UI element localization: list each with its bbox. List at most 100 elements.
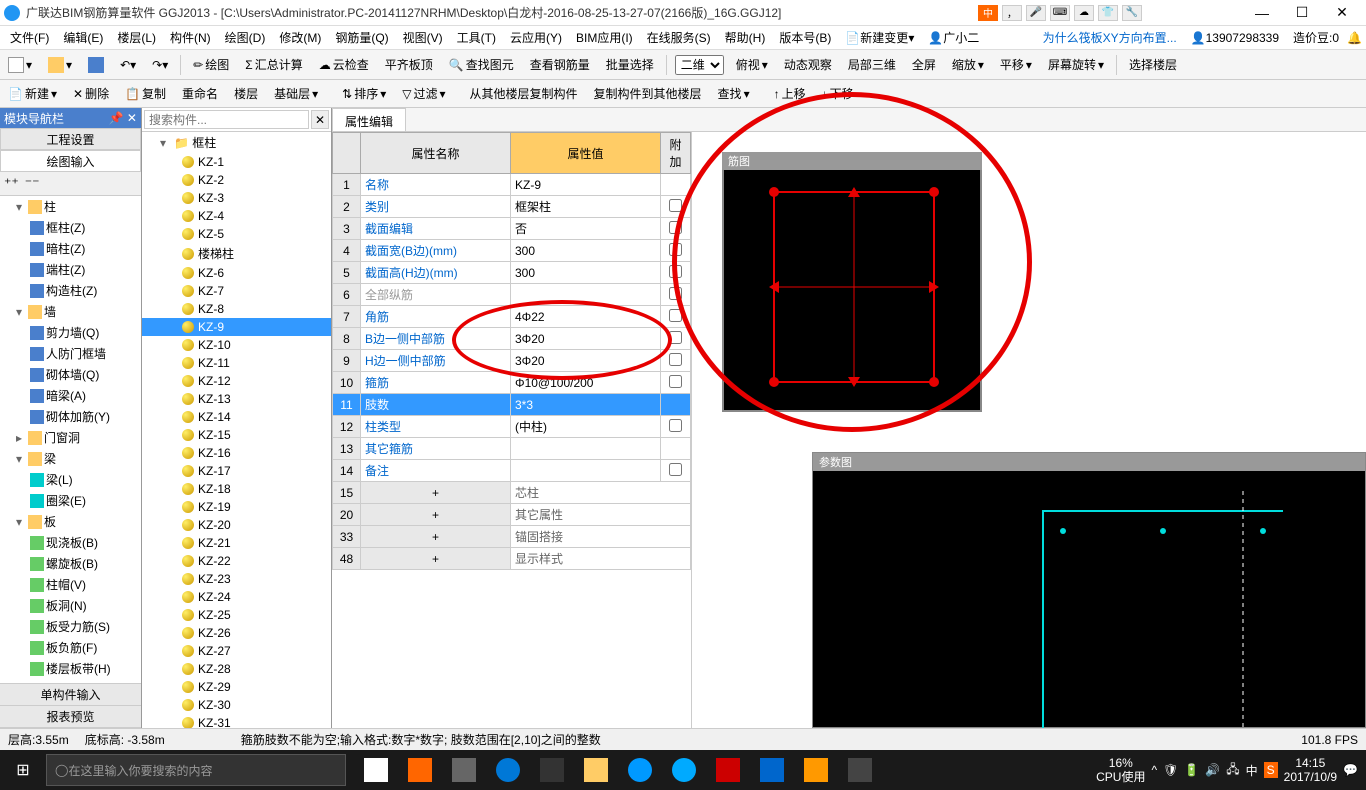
tb-app2[interactable] <box>442 750 486 790</box>
tree-group[interactable]: ▾ 柱 <box>0 196 141 217</box>
prop-row[interactable]: 11肢数3*3 <box>333 394 691 416</box>
tree-item[interactable]: 现浇板(B) <box>0 532 141 553</box>
taskbar-search[interactable]: ◯ 在这里输入你要搜索的内容 <box>46 754 346 786</box>
nav-tab-settings[interactable]: 工程设置 <box>0 128 141 150</box>
ime-shirt[interactable]: 👕 <box>1098 5 1118 21</box>
prop-row[interactable]: 12柱类型(中柱) <box>333 416 691 438</box>
cloud-check-button[interactable]: ☁云检查 <box>315 54 373 75</box>
menu-bim[interactable]: BIM应用(I) <box>570 27 639 48</box>
collapse-icon[interactable]: ⁻⁻ <box>25 175 40 192</box>
tree-group[interactable]: ▸ 门窗洞 <box>0 427 141 448</box>
up-button[interactable]: ↑上移 <box>770 83 810 104</box>
ime-zh[interactable]: 中 <box>978 5 998 21</box>
kz-item[interactable]: KZ-9 <box>142 318 331 336</box>
prop-row[interactable]: 5截面高(H边)(mm)300 <box>333 262 691 284</box>
menu-online[interactable]: 在线服务(S) <box>641 27 717 48</box>
menu-tool[interactable]: 工具(T) <box>451 27 502 48</box>
tree-group[interactable]: ▾ 墙 <box>0 301 141 322</box>
new-comp-button[interactable]: 📄新建▾ <box>4 83 61 104</box>
prop-row[interactable]: 2类别框架柱 <box>333 196 691 218</box>
tb-store[interactable] <box>530 750 574 790</box>
menu-cloud[interactable]: 云应用(Y) <box>504 27 568 48</box>
ime-cloud[interactable]: ☁ <box>1074 5 1094 21</box>
open-icon[interactable]: ▾ <box>44 55 76 75</box>
prop-row[interactable]: 13其它箍筋 <box>333 438 691 460</box>
batch-button[interactable]: 批量选择 <box>602 54 658 75</box>
tree-item[interactable]: 构造柱(Z) <box>0 280 141 301</box>
tray-ime-icon[interactable]: 中 <box>1246 762 1258 779</box>
local3d-button[interactable]: 局部三维 <box>844 54 900 75</box>
menu-version[interactable]: 版本号(B) <box>773 27 837 48</box>
tb-app6[interactable] <box>794 750 838 790</box>
ime-wrench[interactable]: 🔧 <box>1122 5 1142 21</box>
kz-item[interactable]: KZ-7 <box>142 282 331 300</box>
tray-sogou-icon[interactable]: S <box>1264 762 1278 778</box>
tree-item[interactable]: 板受力筋(S) <box>0 616 141 637</box>
prop-tab[interactable]: 属性编辑 <box>332 108 406 131</box>
maximize-button[interactable]: ☐ <box>1282 0 1322 26</box>
find-button[interactable]: 🔍查找图元 <box>445 54 518 75</box>
tb-ie[interactable] <box>618 750 662 790</box>
kz-item[interactable]: KZ-17 <box>142 462 331 480</box>
property-table[interactable]: 属性名称属性值附加 1名称KZ-92类别框架柱3截面编辑否4截面宽(B边)(mm… <box>332 132 691 570</box>
ime-punct[interactable]: ， <box>1002 5 1022 21</box>
tree-item[interactable]: 人防门框墙 <box>0 343 141 364</box>
del-button[interactable]: ✕删除 <box>69 83 113 104</box>
prop-row[interactable]: 1名称KZ-9 <box>333 174 691 196</box>
kz-item[interactable]: KZ-14 <box>142 408 331 426</box>
tray-shield-icon[interactable]: 🛡 <box>1163 763 1178 777</box>
menu-floor[interactable]: 楼层(L) <box>111 27 162 48</box>
kz-item[interactable]: KZ-2 <box>142 171 331 189</box>
menu-edit[interactable]: 编辑(E) <box>57 27 109 48</box>
prop-ext-row[interactable]: 15+芯柱 <box>333 482 691 504</box>
bell-icon[interactable]: 🔔 <box>1347 31 1362 45</box>
flat-button[interactable]: 平齐板顶 <box>381 54 437 75</box>
tb-app7[interactable] <box>838 750 882 790</box>
search-input[interactable] <box>144 110 309 129</box>
menu-file[interactable]: 文件(F) <box>4 27 55 48</box>
start-button[interactable]: ⊞ <box>0 750 46 790</box>
task-view-icon[interactable] <box>354 750 398 790</box>
tree-item[interactable]: 暗柱(Z) <box>0 238 141 259</box>
kz-item[interactable]: KZ-18 <box>142 480 331 498</box>
tree-item[interactable]: 圈梁(E) <box>0 490 141 511</box>
tb-edge[interactable] <box>486 750 530 790</box>
tray-battery-icon[interactable]: 🔋 <box>1184 763 1199 777</box>
kz-item[interactable]: KZ-4 <box>142 207 331 225</box>
view-rebar-button[interactable]: 查看钢筋量 <box>526 54 594 75</box>
menu-modify[interactable]: 修改(M) <box>273 27 327 48</box>
search2-button[interactable]: 查找▾ <box>714 83 754 104</box>
clock[interactable]: 14:152017/10/9 <box>1284 756 1337 785</box>
expand-icon[interactable]: ⁺⁺ <box>4 175 19 192</box>
zoom-button[interactable]: 缩放▾ <box>948 54 988 75</box>
tree-item[interactable]: 端柱(Z) <box>0 259 141 280</box>
user-button[interactable]: 👤广小二 <box>922 27 985 48</box>
kz-item[interactable]: KZ-29 <box>142 678 331 696</box>
draw-button[interactable]: ✏绘图 <box>189 54 233 75</box>
tree-item[interactable]: 螺旋板(B) <box>0 553 141 574</box>
kz-item[interactable]: KZ-15 <box>142 426 331 444</box>
copyto-button[interactable]: 复制构件到其他楼层 <box>590 83 706 104</box>
kz-item[interactable]: KZ-10 <box>142 336 331 354</box>
down-button[interactable]: ↓下移 <box>818 83 858 104</box>
kz-item[interactable]: KZ-16 <box>142 444 331 462</box>
sort-button[interactable]: ⇅排序▾ <box>338 83 390 104</box>
rotate-button[interactable]: 屏幕旋转▾ <box>1044 54 1108 75</box>
menu-draw[interactable]: 绘图(D) <box>219 27 272 48</box>
kz-item[interactable]: KZ-20 <box>142 516 331 534</box>
tree-item[interactable]: 板洞(N) <box>0 595 141 616</box>
kz-item[interactable]: KZ-25 <box>142 606 331 624</box>
kz-item[interactable]: KZ-22 <box>142 552 331 570</box>
tree-item[interactable]: 框柱(Z) <box>0 217 141 238</box>
tb-app1[interactable] <box>398 750 442 790</box>
prop-row[interactable]: 10箍筋Φ10@100/200 <box>333 372 691 394</box>
base-select[interactable]: 基础层▾ <box>270 83 322 104</box>
kz-item[interactable]: KZ-28 <box>142 660 331 678</box>
kz-list[interactable]: ▾📁 框柱 KZ-1 KZ-2 KZ-3 KZ-4 KZ-5 楼梯柱 KZ-6 … <box>142 132 331 728</box>
prop-ext-row[interactable]: 20+其它属性 <box>333 504 691 526</box>
tray-up-icon[interactable]: ^ <box>1151 763 1157 777</box>
tree-group[interactable]: ▾ 梁 <box>0 448 141 469</box>
tb-app4[interactable] <box>706 750 750 790</box>
tb-app3[interactable] <box>662 750 706 790</box>
kz-item[interactable]: KZ-24 <box>142 588 331 606</box>
